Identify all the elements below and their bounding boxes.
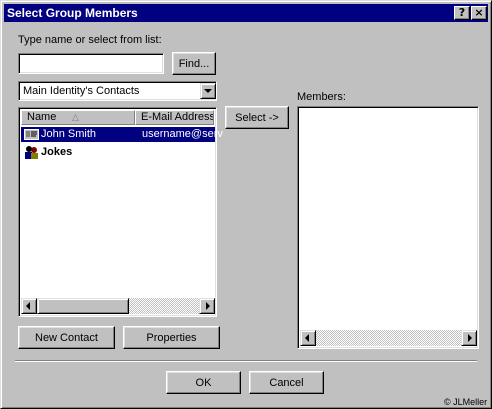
sort-ascending-icon: △ [72, 112, 79, 122]
members-scroll-right-button[interactable] [461, 330, 477, 346]
arrow-left-icon [305, 334, 309, 342]
group-people-icon [25, 146, 38, 159]
contacts-list[interactable]: Name △ E-Mail Address John Smith usernam… [18, 107, 223, 317]
contact-email: username@serv [142, 128, 223, 140]
search-label: Type name or select from list: [18, 34, 162, 46]
scroll-thumb[interactable] [37, 298, 129, 314]
search-input[interactable] [18, 53, 164, 74]
close-icon: × [474, 6, 484, 19]
members-hscrollbar[interactable] [300, 330, 477, 346]
members-label: Members: [297, 91, 346, 103]
arrow-right-icon [206, 302, 210, 310]
arrow-right-icon [468, 334, 472, 342]
dialog-window: Select Group Members ? × Type name or se… [0, 0, 492, 409]
properties-button[interactable]: Properties [123, 326, 220, 349]
contact-card-icon [24, 129, 39, 140]
members-list[interactable] [297, 106, 479, 349]
close-button[interactable]: × [471, 6, 487, 20]
contact-name: John Smith [41, 128, 97, 140]
dialog-title: Select Group Members [7, 6, 138, 20]
separator [15, 360, 477, 362]
address-book-select[interactable]: Main Identity's Contacts [18, 81, 217, 101]
cancel-button[interactable]: Cancel [249, 371, 324, 394]
new-contact-button[interactable]: New Contact [18, 326, 115, 349]
address-book-value: Main Identity's Contacts [23, 85, 140, 97]
column-header-email[interactable]: E-Mail Address [135, 110, 214, 125]
chevron-down-icon [204, 89, 212, 93]
find-button[interactable]: Find... [172, 52, 216, 75]
dropdown-button[interactable] [200, 83, 216, 99]
column-header-email-label: E-Mail Address [141, 111, 214, 123]
group-name: Jokes [41, 146, 73, 158]
ok-button[interactable]: OK [166, 371, 241, 394]
scroll-right-button[interactable] [199, 298, 215, 314]
list-row-jokes[interactable]: Jokes [21, 145, 215, 160]
title-bar[interactable]: Select Group Members ? × [4, 4, 488, 22]
arrow-left-icon [26, 302, 30, 310]
select-button[interactable]: Select -> [225, 106, 289, 129]
scroll-left-button[interactable] [21, 298, 37, 314]
list-row-john-smith[interactable]: John Smith username@serv [21, 127, 223, 142]
members-scroll-left-button[interactable] [300, 330, 316, 346]
contacts-hscrollbar[interactable] [21, 298, 215, 314]
column-header-name[interactable]: Name △ [21, 110, 135, 125]
column-header-name-label: Name [27, 111, 57, 123]
watermark: © JLMeller [444, 397, 488, 407]
help-icon: ? [458, 6, 466, 19]
help-button[interactable]: ? [454, 6, 470, 20]
